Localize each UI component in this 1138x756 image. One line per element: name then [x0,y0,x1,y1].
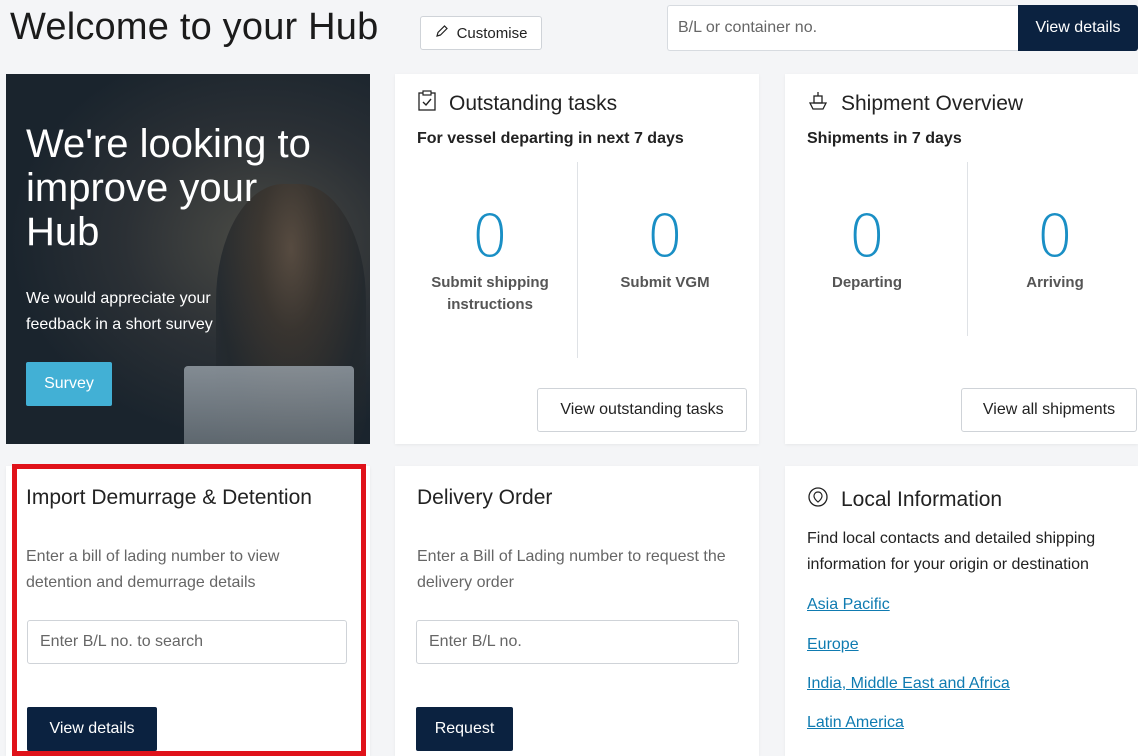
tasks-vgm-count[interactable]: 0 [585,202,745,270]
view-details-button[interactable]: View details [1018,5,1138,51]
divider [967,162,968,336]
tasks-title: Outstanding tasks [449,92,618,115]
banner-text: We would appreciate your feedback in a s… [26,290,213,333]
shipments-title: Shipment Overview [841,92,1024,115]
demurrage-description: Enter a bill of lading number to view de… [26,548,280,591]
survey-banner: We're looking to improve your Hub We wou… [6,74,370,444]
divider [577,162,578,358]
customise-label: Customise [456,24,528,42]
link-asia-pacific[interactable]: Asia Pacific [807,596,890,614]
tasks-shipping-count[interactable]: 0 [410,202,570,270]
link-india-middle-east-africa[interactable]: India, Middle East and Africa [807,675,1010,693]
ship-icon [807,90,829,118]
demurrage-title: Import Demurrage & Detention [26,486,312,509]
banner-heading: We're looking to improve your Hub [26,122,311,254]
delivery-description: Enter a Bill of Lading number to request… [417,548,726,591]
departing-label: Departing [831,274,902,291]
local-title: Local Information [841,488,1003,511]
survey-button[interactable]: Survey [26,362,112,406]
outstanding-tasks-card: Outstanding tasks For vessel departing i… [395,74,759,444]
tasks-shipping-label: Submit shipping instructions [431,274,549,313]
banner-photo-laptop [184,366,354,444]
delivery-order-card: Delivery Order Enter a Bill of Lading nu… [395,466,759,756]
tasks-subtitle: For vessel departing in next 7 days [417,130,684,147]
clipboard-check-icon [417,90,437,118]
arriving-count[interactable]: 0 [975,202,1135,270]
link-europe[interactable]: Europe [807,636,859,654]
shipments-subtitle: Shipments in 7 days [807,130,962,147]
page-title: Welcome to your Hub [10,6,379,48]
arriving-label: Arriving [1026,274,1084,291]
request-button[interactable]: Request [416,707,513,751]
demurrage-card: Import Demurrage & Detention Enter a bil… [6,466,370,756]
demurrage-bl-input[interactable] [27,620,347,664]
shipment-overview-card: Shipment Overview Shipments in 7 days 0 … [785,74,1138,444]
demurrage-view-details-button[interactable]: View details [27,707,157,751]
delivery-bl-input[interactable] [416,620,739,664]
view-all-shipments-button[interactable]: View all shipments [961,388,1137,432]
view-outstanding-tasks-button[interactable]: View outstanding tasks [537,388,747,432]
search-input[interactable] [667,5,1019,51]
local-description: Find local contacts and detailed shippin… [807,530,1096,573]
link-latin-america[interactable]: Latin America [807,714,904,732]
tasks-vgm-label: Submit VGM [620,274,710,291]
local-information-card: Local Information Find local contacts an… [785,466,1138,756]
departing-count[interactable]: 0 [787,202,947,270]
customise-button[interactable]: Customise [420,16,542,50]
pencil-icon [435,24,449,42]
globe-pin-icon [807,486,829,514]
delivery-title: Delivery Order [417,486,553,509]
